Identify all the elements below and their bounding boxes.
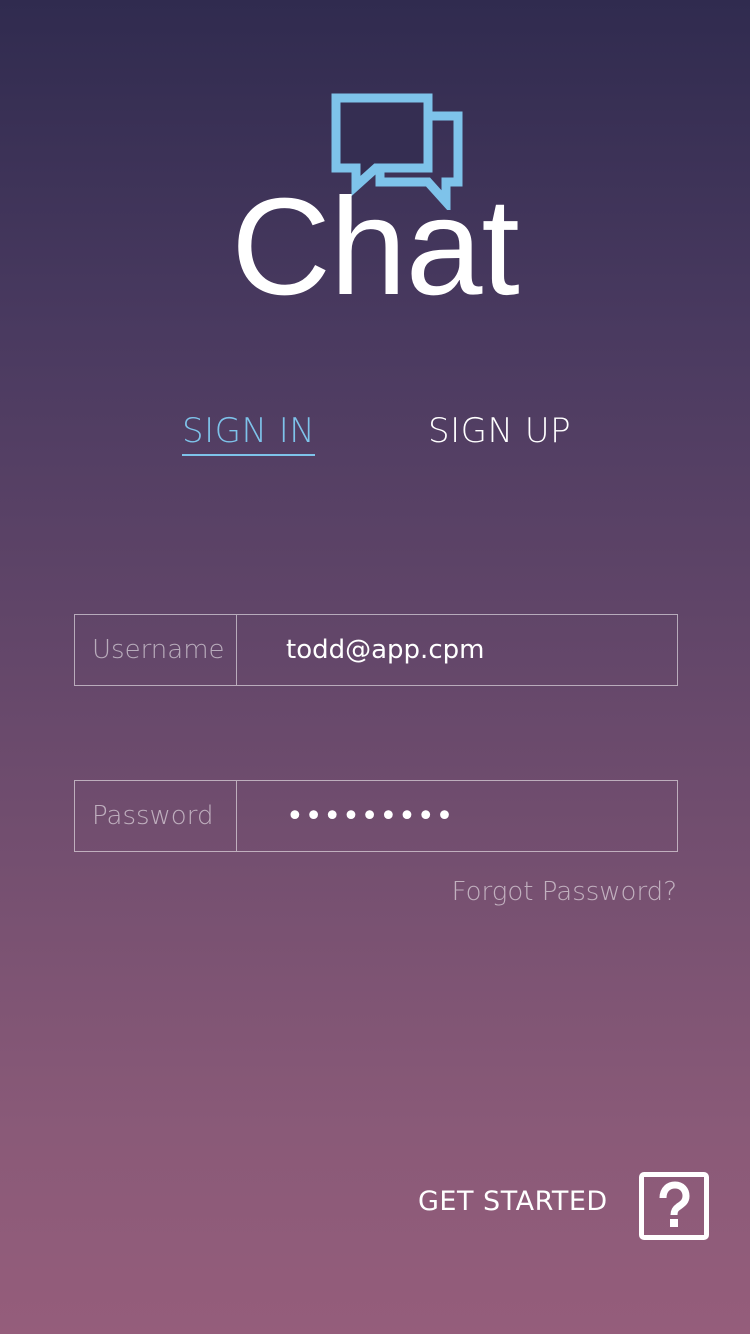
tab-sign-in[interactable]: SIGN IN <box>182 408 316 456</box>
tab-sign-up[interactable]: SIGN UP <box>428 408 571 454</box>
question-mark-icon <box>659 1181 690 1227</box>
help-button[interactable] <box>639 1172 709 1240</box>
username-label: Username <box>75 615 237 685</box>
password-input[interactable] <box>238 781 677 851</box>
password-label: Password <box>75 781 237 851</box>
forgot-password-link[interactable]: Forgot Password? <box>452 874 677 910</box>
username-input[interactable] <box>238 615 677 685</box>
logo: Chat <box>0 0 750 324</box>
get-started-button[interactable]: GET STARTED <box>418 1182 608 1222</box>
password-field: Password <box>74 780 678 852</box>
auth-tabs: SIGN IN SIGN UP <box>0 408 750 458</box>
username-field: Username <box>74 614 678 686</box>
app-title: Chat <box>231 170 520 324</box>
